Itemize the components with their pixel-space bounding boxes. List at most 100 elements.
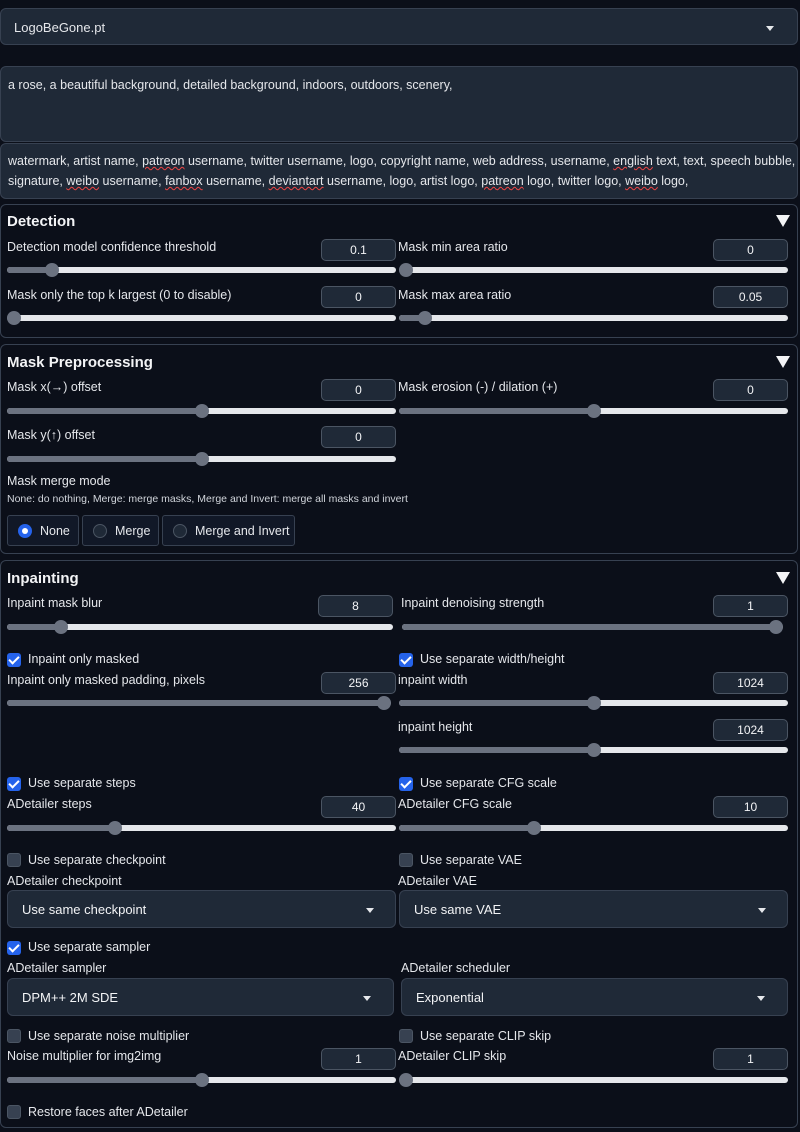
- erosion-label: Mask erosion (-) / dilation (+): [398, 380, 558, 394]
- width-number-input[interactable]: 1024: [713, 672, 788, 694]
- model-dropdown[interactable]: LogoBeGone.pt: [0, 8, 798, 45]
- radio-label: Merge and Invert: [195, 524, 290, 538]
- sampler-dropdown[interactable]: DPM++ 2M SDE: [7, 978, 394, 1016]
- separate-checkpoint-label: Use separate checkpoint: [28, 853, 166, 867]
- y-offset-number-input[interactable]: 0: [321, 426, 396, 448]
- cfg-slider[interactable]: [399, 821, 788, 835]
- radio-label: Merge: [115, 524, 151, 538]
- top-k-label: Mask only the top k largest (0 to disabl…: [7, 288, 232, 302]
- min-area-label: Mask min area ratio: [398, 240, 508, 254]
- steps-slider[interactable]: [7, 821, 396, 835]
- checkpoint-label: ADetailer checkpoint: [7, 874, 122, 888]
- clip-skip-slider[interactable]: [399, 1073, 788, 1087]
- separate-noise-label: Use separate noise multiplier: [28, 1029, 190, 1043]
- clip-skip-number-input[interactable]: 1: [713, 1048, 788, 1070]
- negative-prompt-line-1: watermark, artist name, patreon username…: [8, 154, 796, 168]
- sampler-dropdown-value: DPM++ 2M SDE: [22, 990, 119, 1005]
- width-label: inpaint width: [398, 673, 468, 687]
- separate-sampler-checkbox[interactable]: [7, 941, 21, 955]
- collapse-triangle-icon[interactable]: [776, 356, 790, 368]
- merge-mode-description: None: do nothing, Merge: merge masks, Me…: [7, 493, 408, 505]
- chevron-down-icon: [366, 908, 374, 913]
- separate-cfg-label: Use separate CFG scale: [420, 776, 557, 790]
- denoising-label: Inpaint denoising strength: [401, 596, 545, 610]
- noise-label: Noise multiplier for img2img: [7, 1049, 162, 1063]
- chevron-down-icon: [363, 996, 371, 1001]
- only-masked-label: Inpaint only masked: [28, 652, 140, 666]
- separate-cfg-checkbox[interactable]: [399, 777, 413, 791]
- steps-number-input[interactable]: 40: [321, 796, 396, 818]
- mask-blur-number-input[interactable]: 8: [318, 595, 393, 617]
- chevron-down-icon: [766, 26, 774, 31]
- chevron-down-icon: [757, 996, 765, 1001]
- chevron-down-icon: [758, 908, 766, 913]
- merge-mode-label: Mask merge mode: [7, 474, 111, 488]
- noise-slider[interactable]: [7, 1073, 396, 1087]
- top-k-slider[interactable]: [7, 311, 396, 325]
- max-area-label: Mask max area ratio: [398, 288, 512, 302]
- radio-label: None: [40, 524, 70, 538]
- vae-dropdown[interactable]: Use same VAE: [399, 890, 788, 928]
- separate-checkpoint-checkbox[interactable]: [7, 853, 21, 867]
- height-number-input[interactable]: 1024: [713, 719, 788, 741]
- radio-merge-and-invert[interactable]: Merge and Invert: [162, 515, 295, 546]
- separate-wh-label: Use separate width/height: [420, 652, 565, 666]
- y-offset-label: Mask y(↑) offset: [7, 428, 95, 442]
- only-masked-checkbox[interactable]: [7, 653, 21, 667]
- padding-slider[interactable]: [7, 696, 391, 710]
- top-k-number-input[interactable]: 0: [321, 286, 396, 308]
- erosion-number-input[interactable]: 0: [713, 379, 788, 401]
- collapse-triangle-icon[interactable]: [776, 572, 790, 584]
- prompt-text: a rose, a beautiful background, detailed…: [8, 78, 453, 92]
- inpainting-title[interactable]: Inpainting: [7, 570, 79, 587]
- radio-selected-icon: [18, 524, 32, 538]
- padding-number-input[interactable]: 256: [321, 672, 396, 694]
- width-slider[interactable]: [399, 696, 788, 710]
- sampler-label: ADetailer sampler: [7, 961, 107, 975]
- checkpoint-dropdown-value: Use same checkpoint: [22, 902, 147, 917]
- separate-noise-checkbox[interactable]: [7, 1029, 21, 1043]
- y-offset-slider[interactable]: [7, 452, 396, 466]
- separate-steps-label: Use separate steps: [28, 776, 136, 790]
- prompt-textarea[interactable]: a rose, a beautiful background, detailed…: [0, 66, 798, 142]
- detection-title[interactable]: Detection: [7, 213, 75, 230]
- padding-label: Inpaint only masked padding, pixels: [7, 673, 206, 687]
- separate-wh-checkbox[interactable]: [399, 653, 413, 667]
- confidence-label: Detection model confidence threshold: [7, 240, 217, 254]
- mask-blur-slider[interactable]: [7, 620, 393, 634]
- height-label: inpaint height: [398, 720, 473, 734]
- separate-sampler-label: Use separate sampler: [28, 940, 151, 954]
- max-area-slider[interactable]: [399, 311, 788, 325]
- separate-vae-checkbox[interactable]: [399, 853, 413, 867]
- noise-number-input[interactable]: 1: [321, 1048, 396, 1070]
- cfg-number-input[interactable]: 10: [713, 796, 788, 818]
- x-offset-slider[interactable]: [7, 404, 396, 418]
- collapse-triangle-icon[interactable]: [776, 215, 790, 227]
- checkpoint-dropdown[interactable]: Use same checkpoint: [7, 890, 396, 928]
- confidence-number-input[interactable]: 0.1: [321, 239, 396, 261]
- restore-faces-label: Restore faces after ADetailer: [28, 1105, 188, 1119]
- denoising-number-input[interactable]: 1: [713, 595, 788, 617]
- radio-none[interactable]: None: [7, 515, 79, 546]
- max-area-number-input[interactable]: 0.05: [713, 286, 788, 308]
- scheduler-label: ADetailer scheduler: [401, 961, 511, 975]
- min-area-slider[interactable]: [399, 263, 788, 277]
- separate-steps-checkbox[interactable]: [7, 777, 21, 791]
- min-area-number-input[interactable]: 0: [713, 239, 788, 261]
- clip-skip-label: ADetailer CLIP skip: [398, 1049, 507, 1063]
- restore-faces-checkbox[interactable]: [7, 1105, 21, 1119]
- erosion-slider[interactable]: [399, 404, 788, 418]
- separate-clip-label: Use separate CLIP skip: [420, 1029, 552, 1043]
- mask-preprocessing-title[interactable]: Mask Preprocessing: [7, 354, 153, 371]
- scheduler-dropdown[interactable]: Exponential: [401, 978, 788, 1016]
- denoising-slider[interactable]: [402, 620, 783, 634]
- vae-dropdown-value: Use same VAE: [414, 902, 502, 917]
- radio-merge[interactable]: Merge: [82, 515, 159, 546]
- height-slider[interactable]: [399, 743, 788, 757]
- negative-prompt-textarea[interactable]: watermark, artist name, patreon username…: [0, 143, 798, 199]
- separate-clip-checkbox[interactable]: [399, 1029, 413, 1043]
- confidence-slider[interactable]: [7, 263, 396, 277]
- x-offset-number-input[interactable]: 0: [321, 379, 396, 401]
- radio-unselected-icon: [93, 524, 107, 538]
- model-dropdown-value: LogoBeGone.pt: [14, 20, 106, 35]
